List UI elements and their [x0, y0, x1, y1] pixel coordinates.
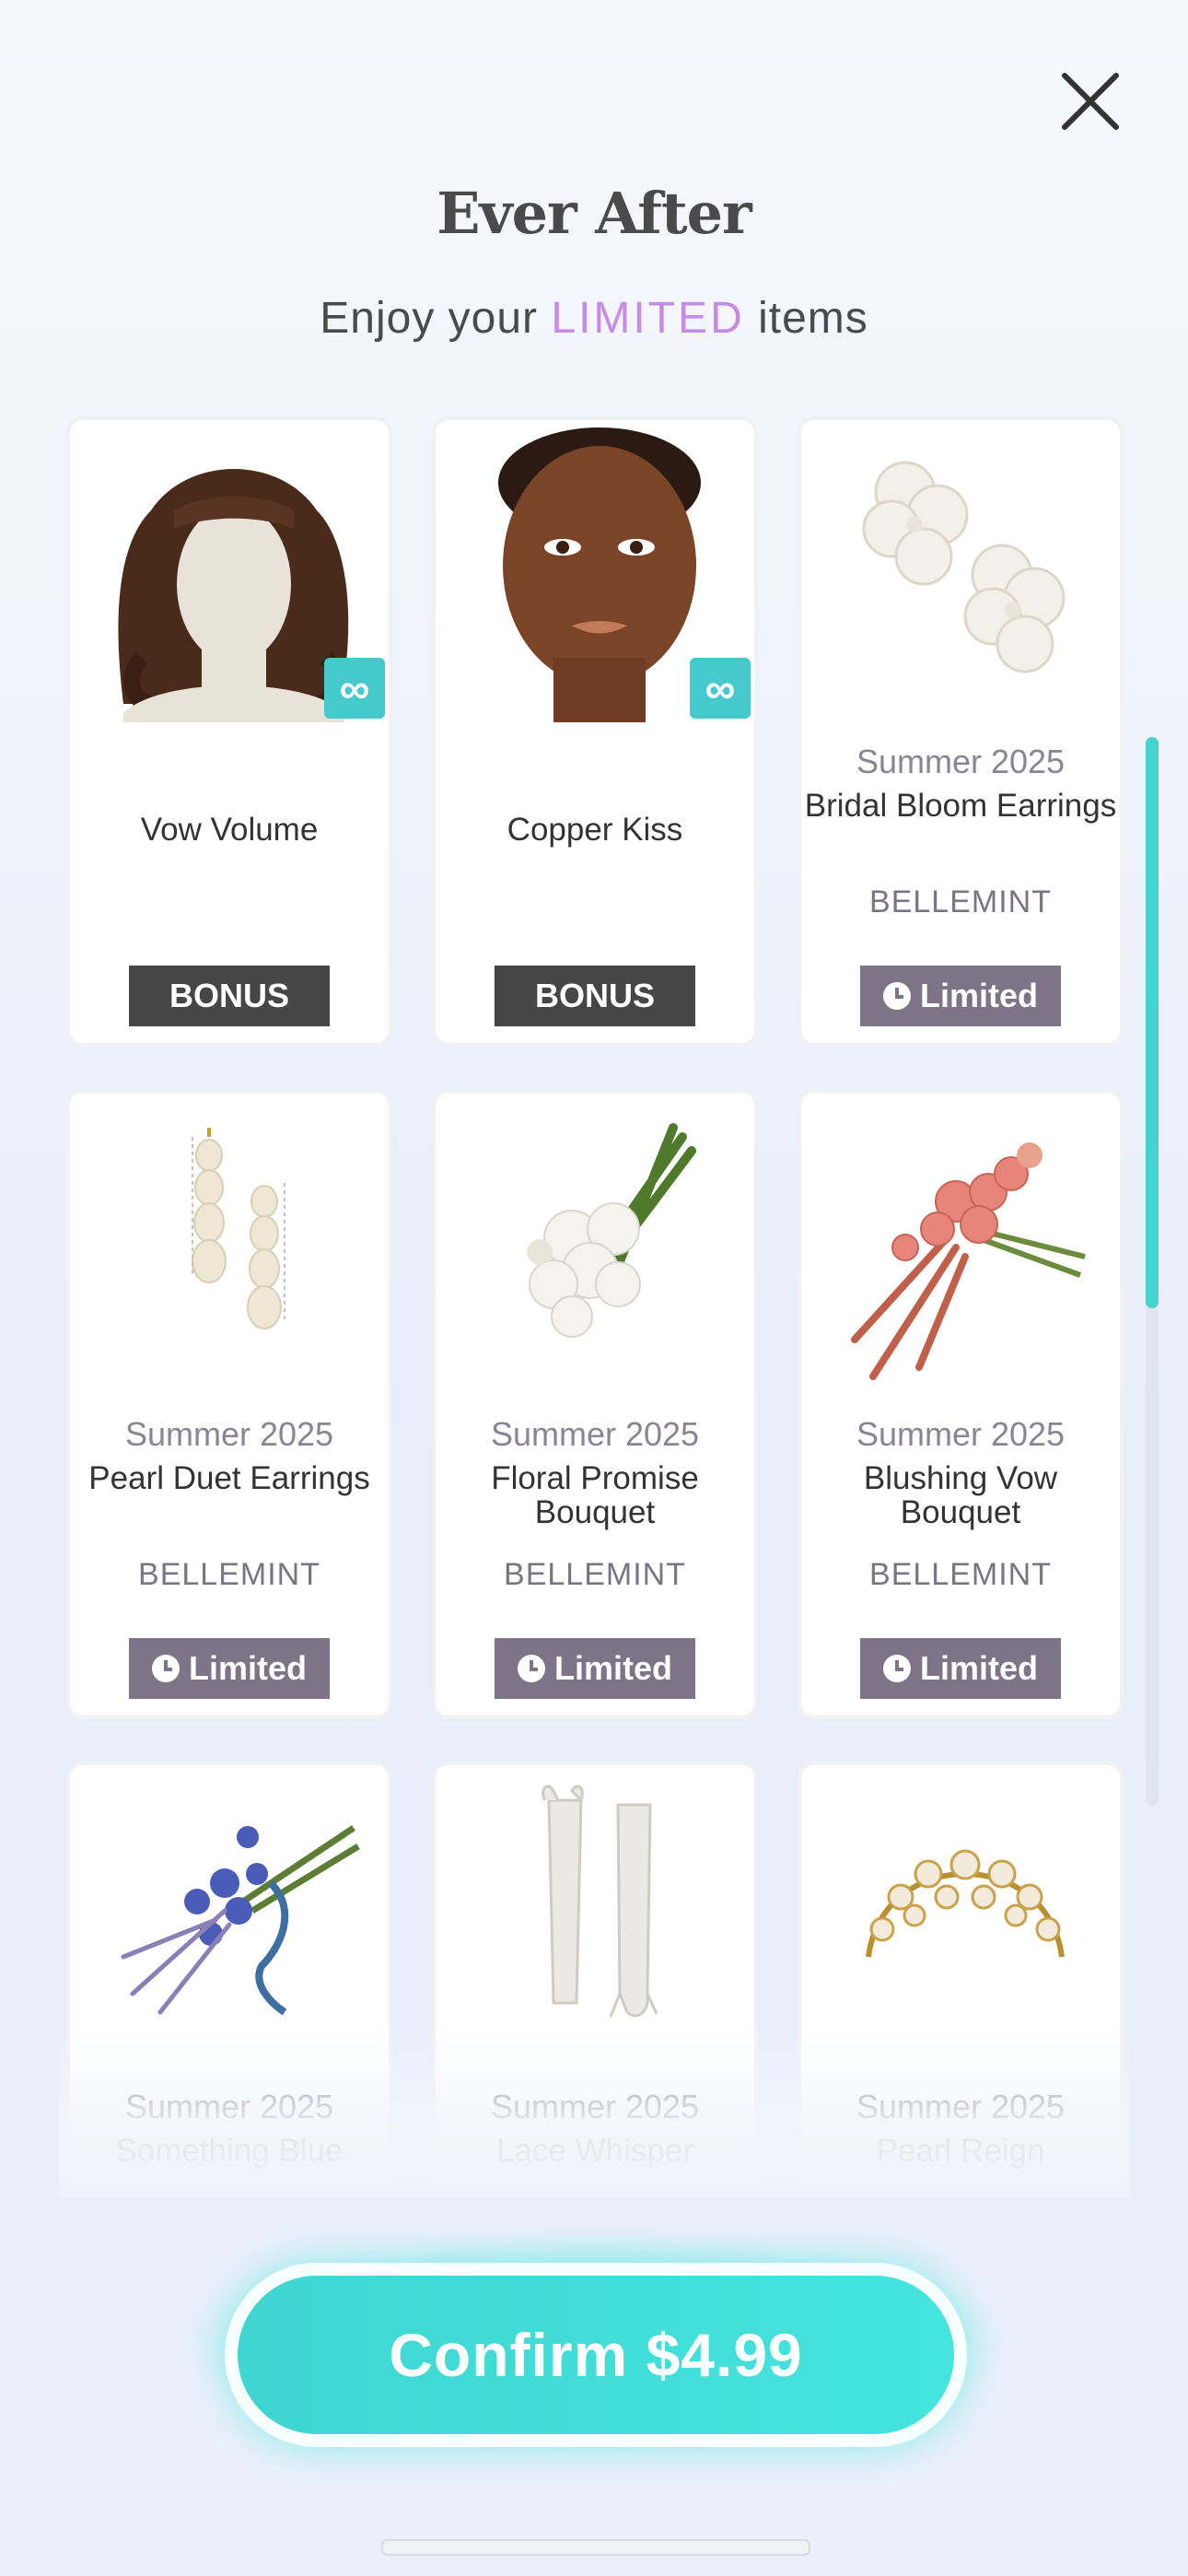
- item-name: Something Blue: [115, 2133, 344, 2169]
- item-name: Blushing Vow Bouquet: [863, 1460, 1058, 1530]
- item-brand: BELLEMINT: [504, 1557, 686, 1592]
- item-name: Vow Volume: [140, 812, 319, 848]
- item-name: Bridal Bloom Earrings: [804, 788, 1117, 824]
- lace-gloves-icon: [452, 1773, 745, 2067]
- item-season: Summer 2025: [490, 1415, 700, 1453]
- item-grid[interactable]: ∞ Vow Volume BONUS ∞ Copper Kiss BONUS S…: [59, 413, 1129, 2198]
- subtitle: Enjoy your LIMITED items: [0, 293, 1188, 344]
- close-button[interactable]: [1054, 64, 1127, 138]
- limited-label: Limited: [553, 1649, 672, 1687]
- close-icon: [1062, 73, 1119, 130]
- item-card-bridal-bloom-earrings[interactable]: Summer 2025 Bridal Bloom Earrings BELLEM…: [798, 416, 1124, 1047]
- item-name: Floral Promise Bouquet: [491, 1460, 699, 1530]
- item-card-blushing-vow-bouquet[interactable]: Summer 2025 Blushing Vow Bouquet BELLEMI…: [798, 1089, 1124, 1719]
- scrollbar-thumb[interactable]: [1146, 737, 1159, 1308]
- item-season: Summer 2025: [124, 2088, 334, 2125]
- item-season: Summer 2025: [124, 1415, 334, 1453]
- blue-bouquet-icon: [87, 1773, 379, 2067]
- home-indicator: [381, 2539, 810, 2556]
- item-card-copper-kiss[interactable]: ∞ Copper Kiss BONUS: [432, 416, 758, 1047]
- clock-icon: [151, 1655, 180, 1682]
- item-season: Summer 2025: [856, 743, 1066, 780]
- limited-label: Limited: [919, 1649, 1038, 1687]
- limited-label: Limited: [919, 977, 1038, 1014]
- subtitle-suffix: items: [744, 294, 868, 343]
- limited-badge: Limited: [495, 1638, 695, 1699]
- item-name: Lace Whisper: [496, 2133, 693, 2169]
- item-card-floral-promise-bouquet[interactable]: Summer 2025 Floral Promise Bouquet BELLE…: [432, 1089, 758, 1719]
- item-card-vow-volume[interactable]: ∞ Vow Volume BONUS: [66, 416, 392, 1047]
- item-name: Pearl Duet Earrings: [88, 1460, 370, 1496]
- item-brand: BELLEMINT: [869, 1557, 1052, 1592]
- pearl-tiara-icon: [818, 1773, 1111, 2067]
- item-name: Pearl Reign: [876, 2133, 1045, 2169]
- item-brand: BELLEMINT: [138, 1557, 320, 1592]
- item-brand: BELLEMINT: [869, 884, 1052, 919]
- item-card-pearl-duet-earrings[interactable]: Summer 2025 Pearl Duet Earrings BELLEMIN…: [66, 1089, 392, 1719]
- subtitle-prefix: Enjoy your: [320, 294, 552, 343]
- item-season: Summer 2025: [490, 2088, 700, 2125]
- clock-icon: [882, 982, 911, 1010]
- limited-badge: Limited: [860, 1638, 1061, 1699]
- clock-icon: [517, 1655, 545, 1682]
- subtitle-highlight: LIMITED: [551, 294, 745, 343]
- bonus-badge: BONUS: [129, 966, 330, 1026]
- limited-label: Limited: [188, 1649, 307, 1687]
- item-season: Summer 2025: [856, 2088, 1066, 2125]
- bonus-badge: BONUS: [495, 966, 695, 1026]
- item-season: Summer 2025: [856, 1415, 1066, 1453]
- page-title: Ever After: [437, 180, 751, 247]
- confirm-label: Confirm $4.99: [238, 2276, 954, 2434]
- item-name: Copper Kiss: [507, 812, 683, 848]
- pearl-earrings-icon: [87, 1100, 379, 1395]
- item-card-lace-whisper[interactable]: Summer 2025 Lace Whisper: [432, 1762, 758, 2198]
- item-card-pearl-reign[interactable]: Summer 2025 Pearl Reign: [798, 1762, 1124, 2198]
- flower-earrings-icon: [818, 427, 1111, 722]
- clock-icon: [882, 1655, 911, 1682]
- limited-badge: Limited: [129, 1638, 330, 1699]
- white-bouquet-icon: [452, 1100, 745, 1395]
- confirm-button[interactable]: Confirm $4.99: [225, 2263, 967, 2447]
- pink-bouquet-icon: [818, 1100, 1111, 1395]
- infinite-badge-icon: ∞: [324, 658, 385, 719]
- item-card-something-blue[interactable]: Summer 2025 Something Blue: [66, 1762, 392, 2198]
- limited-badge: Limited: [860, 966, 1061, 1026]
- infinite-badge-icon: ∞: [690, 658, 751, 719]
